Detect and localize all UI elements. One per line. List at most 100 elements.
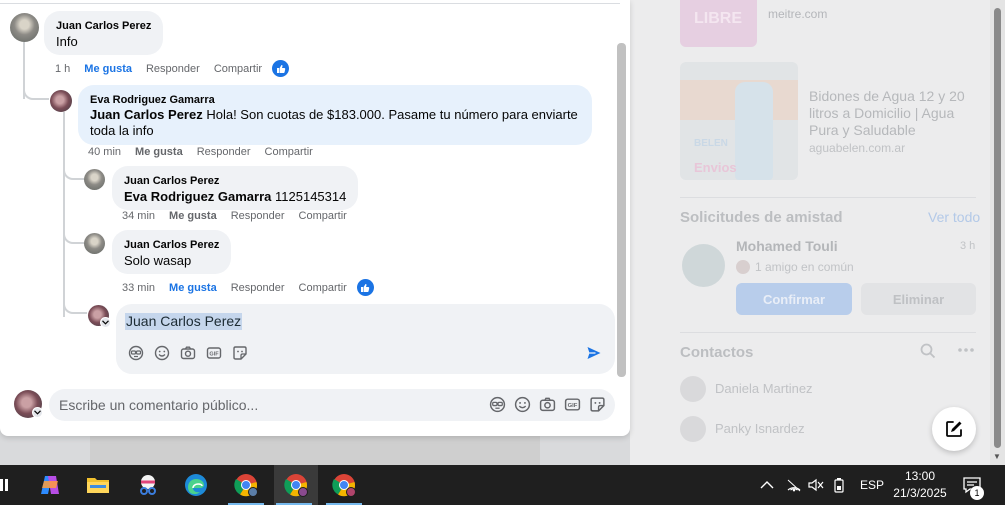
ad-domain[interactable]: meitre.com xyxy=(768,7,827,21)
comment-time[interactable]: 1 h xyxy=(55,63,70,75)
comment-time[interactable]: 33 min xyxy=(122,282,155,294)
comment-author[interactable]: Juan Carlos Perez xyxy=(56,19,151,34)
battery-icon[interactable] xyxy=(832,465,846,505)
send-icon[interactable] xyxy=(585,344,602,361)
reply-input-text[interactable]: Juan Carlos Perez xyxy=(125,313,243,330)
search-icon[interactable] xyxy=(920,343,936,363)
delete-button[interactable]: Eliminar xyxy=(861,283,976,315)
comment-input[interactable]: GIF xyxy=(49,389,615,421)
ad-title[interactable]: Bidones de Agua 12 y 20 litros a Domicil… xyxy=(809,88,984,139)
comment-actions: 1 h Me gusta Responder Compartir xyxy=(55,60,290,77)
comment-bubble: Eva Rodriguez Gamarra Juan Carlos Perez … xyxy=(78,85,592,145)
gif-icon[interactable]: GIF xyxy=(564,396,581,413)
comment-author[interactable]: Eva Rodriguez Gamarra xyxy=(90,93,580,108)
avatar[interactable] xyxy=(84,233,105,254)
share-button[interactable]: Compartir xyxy=(265,146,313,158)
divider xyxy=(680,197,976,198)
camera-icon[interactable] xyxy=(539,396,556,413)
clock-time: 13:00 xyxy=(904,469,936,483)
sponsored-ad-image[interactable]: LIBRE xyxy=(680,0,757,47)
more-options-icon[interactable] xyxy=(958,340,974,357)
volume-muted-icon[interactable] xyxy=(808,465,824,505)
avatar xyxy=(736,260,750,274)
friend-request-time: 3 h xyxy=(960,240,976,252)
taskbar: ESP 13:00 21/3/2025 xyxy=(0,465,1005,505)
like-reaction-icon[interactable] xyxy=(356,279,374,296)
system-clock[interactable]: 13:00 21/3/2025 xyxy=(888,468,952,502)
mention-link[interactable]: Eva Rodriguez Gamarra xyxy=(124,189,271,204)
contact-name: Panky Isnardez xyxy=(715,421,805,436)
chrome-profile-2-icon[interactable] xyxy=(274,465,318,505)
ad-image-text: Envios xyxy=(694,160,737,175)
copilot-icon[interactable] xyxy=(30,465,70,505)
avatar-sticker-icon[interactable] xyxy=(489,396,506,413)
show-hidden-icons[interactable] xyxy=(760,465,774,505)
background-photo xyxy=(90,436,540,465)
chevron-down-icon[interactable] xyxy=(100,317,111,328)
see-all-link[interactable]: Ver todo xyxy=(928,209,980,225)
avatar xyxy=(680,416,706,442)
scroll-down-arrow-icon[interactable]: ▼ xyxy=(993,452,1001,461)
share-button[interactable]: Compartir xyxy=(299,282,347,294)
mutual-friends[interactable]: 1 amigo en común xyxy=(755,260,854,274)
reply-button[interactable]: Responder xyxy=(146,63,200,75)
sticker-icon[interactable] xyxy=(231,344,248,361)
reply-button[interactable]: Responder xyxy=(197,146,251,158)
comment-author[interactable]: Juan Carlos Perez xyxy=(124,174,346,189)
like-button[interactable]: Me gusta xyxy=(169,210,217,222)
contacts-title: Contactos xyxy=(680,344,754,361)
avatar[interactable] xyxy=(50,90,72,112)
contact-name: Daniela Martinez xyxy=(715,381,813,396)
svg-text:GIF: GIF xyxy=(209,351,219,357)
file-explorer-icon[interactable] xyxy=(78,465,118,505)
page-scrollbar[interactable]: ▼ xyxy=(990,0,1005,465)
friend-requests-title: Solicitudes de amistad xyxy=(680,209,843,226)
snipping-tool-icon[interactable] xyxy=(128,465,168,505)
avatar[interactable] xyxy=(84,169,105,190)
emoji-icon[interactable] xyxy=(153,344,170,361)
chevron-down-icon[interactable] xyxy=(32,407,43,418)
mention-link[interactable]: Juan Carlos Perez xyxy=(90,107,203,122)
camera-icon[interactable] xyxy=(179,344,196,361)
confirm-button[interactable]: Confirmar xyxy=(736,283,852,315)
chevron-up-icon xyxy=(760,481,774,489)
language-indicator[interactable]: ESP xyxy=(860,465,884,505)
like-button[interactable]: Me gusta xyxy=(135,146,183,158)
avatar-sticker-icon[interactable] xyxy=(127,344,144,361)
gif-icon[interactable]: GIF xyxy=(205,344,222,361)
new-message-button[interactable] xyxy=(932,407,976,451)
network-icon[interactable] xyxy=(786,465,802,505)
share-button[interactable]: Compartir xyxy=(214,63,262,75)
emoji-icon[interactable] xyxy=(514,396,531,413)
reply-button[interactable]: Responder xyxy=(231,282,285,294)
svg-text:GIF: GIF xyxy=(568,403,578,409)
chrome-profile-3-icon[interactable] xyxy=(324,465,364,505)
like-button[interactable]: Me gusta xyxy=(169,282,217,294)
chrome-profile-1-icon[interactable] xyxy=(226,465,266,505)
notification-count-badge: 1 xyxy=(970,486,984,500)
divider xyxy=(0,3,620,4)
avatar xyxy=(680,376,706,402)
avatar[interactable] xyxy=(10,13,39,42)
task-view-icon[interactable] xyxy=(0,465,26,505)
comments-scrollbar[interactable] xyxy=(617,43,626,377)
like-reaction-icon[interactable] xyxy=(272,60,290,77)
comment-time[interactable]: 40 min xyxy=(88,146,121,158)
comment-actions: 40 min Me gusta Responder Compartir xyxy=(88,146,327,158)
ad-image-text: LIBRE xyxy=(694,10,742,27)
reply-button[interactable]: Responder xyxy=(231,210,285,222)
scrollbar-thumb[interactable] xyxy=(994,8,1001,448)
reply-input[interactable]: Juan Carlos Perez GIF xyxy=(116,304,615,374)
edge-browser-icon[interactable] xyxy=(176,465,216,505)
sticker-icon[interactable] xyxy=(589,396,606,413)
comment-time[interactable]: 34 min xyxy=(122,210,155,222)
sponsored-ad-image[interactable]: BELEN Envios xyxy=(680,62,798,180)
like-button[interactable]: Me gusta xyxy=(84,63,132,75)
comment-input-field[interactable] xyxy=(59,389,479,421)
comment-author[interactable]: Juan Carlos Perez xyxy=(124,238,219,253)
friend-request-name[interactable]: Mohamed Touli xyxy=(736,238,838,254)
ad-domain[interactable]: aguabelen.com.ar xyxy=(809,141,905,155)
avatar[interactable] xyxy=(682,244,725,287)
ad-image-logo: BELEN xyxy=(694,138,728,149)
share-button[interactable]: Compartir xyxy=(299,210,347,222)
